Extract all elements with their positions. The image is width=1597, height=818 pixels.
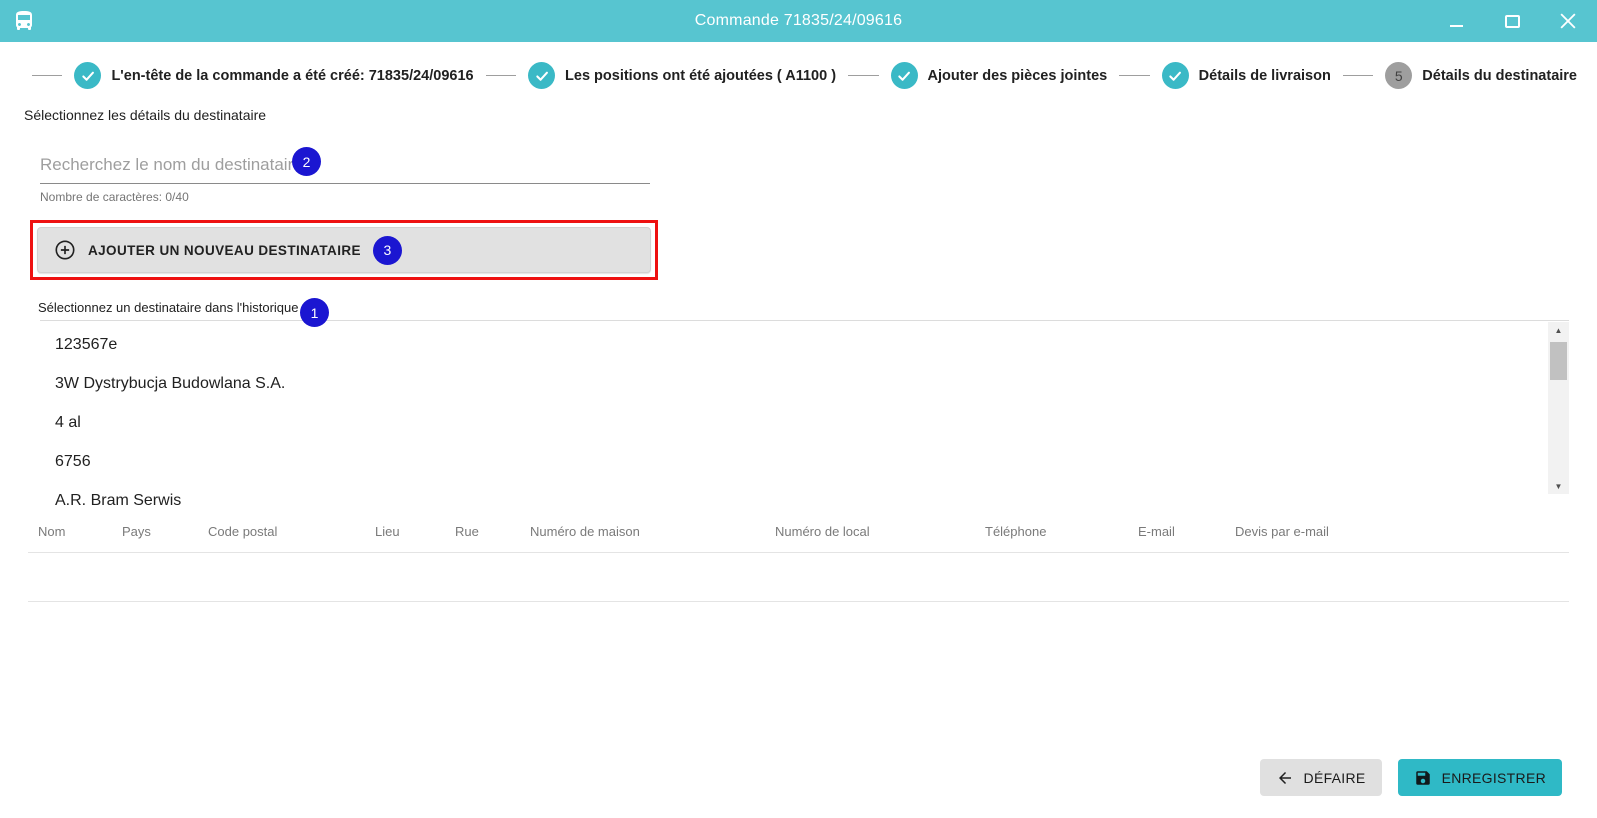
add-recipient-button[interactable]: AJOUTER UN NOUVEAU DESTINATAIRE 3 xyxy=(37,227,651,273)
recipient-search-input[interactable] xyxy=(40,149,650,184)
scrollbar[interactable]: ▲ ▼ xyxy=(1548,322,1569,494)
highlight-red-frame: AJOUTER UN NOUVEAU DESTINATAIRE 3 xyxy=(30,220,658,280)
history-label: Sélectionnez un destinataire dans l'hist… xyxy=(38,300,299,315)
recipient-table: Nom Pays Code postal Lieu Rue Numéro de … xyxy=(28,510,1569,602)
undo-button[interactable]: DÉFAIRE xyxy=(1259,759,1382,796)
step-label: Ajouter des pièces jointes xyxy=(927,67,1108,84)
annotation-badge-3: 3 xyxy=(372,235,402,265)
step-status-icon: 5 xyxy=(1385,62,1413,89)
step-number: 5 xyxy=(1394,67,1403,84)
check-icon xyxy=(1169,71,1182,81)
list-item[interactable]: 6756 xyxy=(55,442,1569,481)
titlebar: Commande 71835/24/09616 xyxy=(0,0,1597,42)
history-label-row: Sélectionnez un destinataire dans l'hist… xyxy=(38,298,1597,327)
check-icon xyxy=(82,71,94,81)
step-status-icon xyxy=(1161,62,1189,89)
footer-actions: DÉFAIRE ENREGISTRER xyxy=(1259,759,1562,796)
stepper-step[interactable]: Ajouter des pièces jointes xyxy=(890,62,1108,89)
step-label: Les positions ont été ajoutées ( A1100 ) xyxy=(565,67,837,84)
step-connector xyxy=(1119,75,1150,76)
scroll-up-icon[interactable]: ▲ xyxy=(1548,322,1569,338)
scrollbar-thumb[interactable] xyxy=(1550,342,1567,380)
minimize-button[interactable] xyxy=(1445,10,1467,32)
step-status-icon xyxy=(890,62,918,89)
step-connector xyxy=(1342,75,1374,76)
table-header-cell: Devis par e-mail xyxy=(1235,523,1329,539)
save-icon xyxy=(1415,770,1430,785)
recipient-history-list: 123567e 3W Dystrybucja Budowlana S.A. 4 … xyxy=(40,321,1569,520)
table-header-cell: Nom xyxy=(38,523,66,539)
annotation-badge-2: 2 xyxy=(292,147,321,176)
stepper-step[interactable]: L'en-tête de la commande a été créé: 718… xyxy=(74,62,474,89)
stepper-step[interactable]: Détails de livraison xyxy=(1161,62,1331,89)
step-label: L'en-tête de la commande a été créé: 718… xyxy=(111,67,474,84)
close-button[interactable] xyxy=(1557,10,1579,32)
list-item[interactable]: A.R. Bram Serwis xyxy=(55,481,1569,520)
table-empty-row xyxy=(28,553,1569,601)
table-header-cell: Rue xyxy=(455,523,479,539)
list-item[interactable]: 123567e xyxy=(55,325,1569,364)
char-count-hint: Nombre de caractères: 0/40 xyxy=(40,190,189,204)
history-listbox: 123567e 3W Dystrybucja Budowlana S.A. 4 … xyxy=(40,320,1569,509)
maximize-button[interactable] xyxy=(1501,10,1523,32)
table-divider-bottom xyxy=(28,601,1569,602)
close-icon xyxy=(1560,13,1576,29)
table-header-cell: Lieu xyxy=(375,523,400,539)
step-connector xyxy=(485,75,517,76)
add-recipient-label: AJOUTER UN NOUVEAU DESTINATAIRE xyxy=(88,242,361,258)
recipient-search: 2 xyxy=(40,147,650,184)
table-header-cell: Pays xyxy=(122,523,151,539)
table-header-cell: Numéro de local xyxy=(775,523,870,539)
window-title: Commande 71835/24/09616 xyxy=(694,12,903,29)
check-icon xyxy=(535,71,548,81)
section-title: Sélectionnez les détails du destinataire xyxy=(24,107,267,123)
minimize-icon xyxy=(1449,25,1463,27)
step-connector xyxy=(848,75,879,76)
bus-icon xyxy=(12,9,36,33)
table-header-cell: E-mail xyxy=(1138,523,1175,539)
scroll-down-icon[interactable]: ▼ xyxy=(1548,478,1569,494)
step-label: Détails du destinataire xyxy=(1422,67,1577,84)
stepper-step[interactable]: Les positions ont été ajoutées ( A1100 ) xyxy=(528,62,836,89)
maximize-icon xyxy=(1504,14,1520,28)
save-button[interactable]: ENREGISTRER xyxy=(1397,759,1562,796)
table-header-cell: Téléphone xyxy=(985,523,1047,539)
step-status-icon xyxy=(74,62,102,89)
stepper: L'en-tête de la commande a été créé: 718… xyxy=(0,42,1597,101)
step-label: Détails de livraison xyxy=(1198,67,1331,84)
save-label: ENREGISTRER xyxy=(1441,769,1546,786)
check-icon xyxy=(898,71,910,81)
table-header-cell: Code postal xyxy=(208,523,278,539)
step-status-icon xyxy=(528,62,556,89)
table-header-cell: Numéro de maison xyxy=(530,523,640,539)
arrow-back-icon xyxy=(1278,771,1291,784)
annotation-badge-1: 1 xyxy=(300,298,329,327)
stepper-step[interactable]: 5 Détails du destinataire xyxy=(1385,62,1577,89)
list-item[interactable]: 3W Dystrybucja Budowlana S.A. xyxy=(55,364,1569,403)
plus-circle-icon xyxy=(54,239,76,261)
list-item[interactable]: 4 al xyxy=(55,403,1569,442)
step-connector xyxy=(32,75,63,76)
undo-label: DÉFAIRE xyxy=(1303,769,1366,786)
window-controls xyxy=(1445,0,1579,42)
